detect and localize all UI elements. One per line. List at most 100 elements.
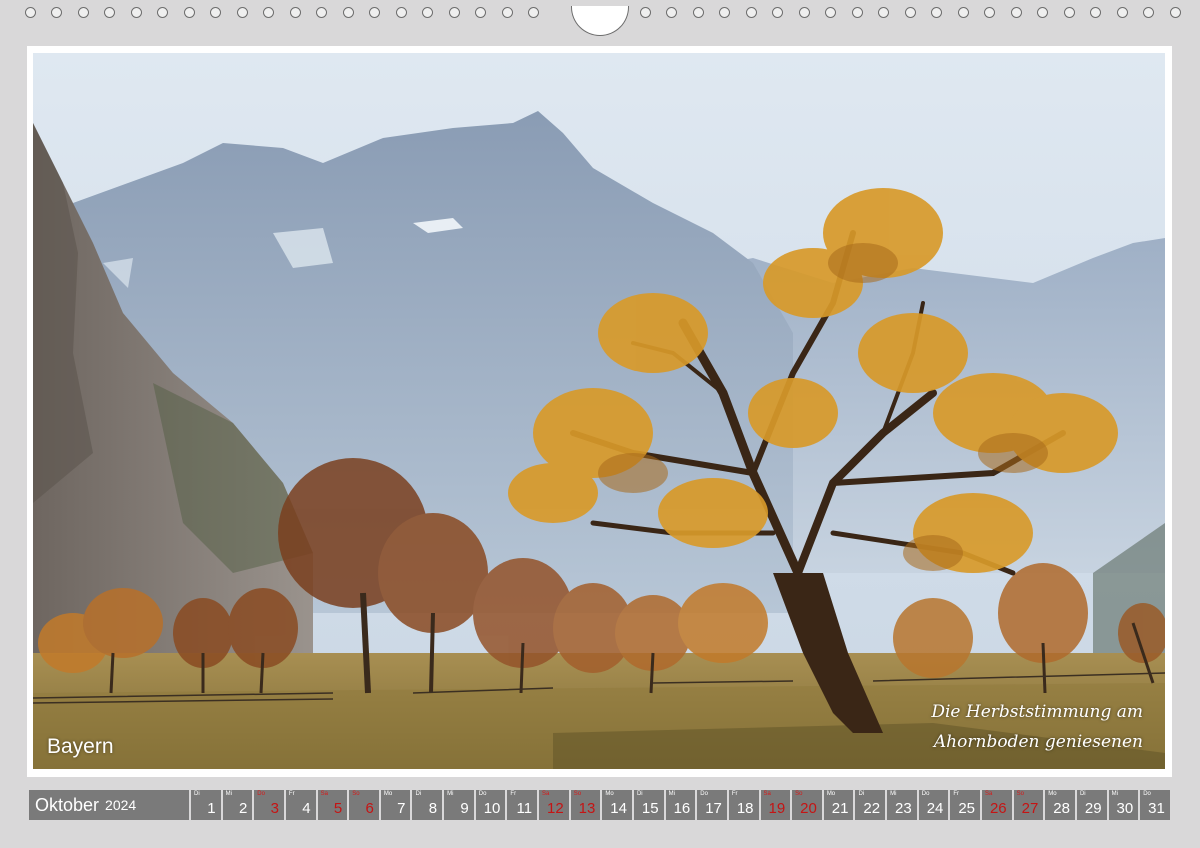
- day-number: 19: [768, 800, 786, 817]
- weekday-label: Do: [478, 791, 487, 797]
- weekday-label: Do: [1143, 791, 1151, 797]
- binding-hole: [1090, 7, 1101, 18]
- binding-hole: [1037, 7, 1048, 18]
- weekday-label: Di: [1079, 791, 1086, 797]
- day-number: 13: [578, 800, 596, 817]
- day-cell: Di 15: [633, 790, 664, 820]
- weekday-label: Fr: [731, 791, 738, 797]
- day-cell: Di 22: [855, 790, 886, 820]
- day-cell: Fr 18: [728, 790, 759, 820]
- day-cell: Fr 11: [507, 790, 538, 820]
- weekday-label: Mo: [383, 791, 393, 797]
- binding-hole: [157, 7, 168, 18]
- binding-hole: [931, 7, 942, 18]
- day-number: 29: [1084, 800, 1102, 817]
- binding-hole: [369, 7, 380, 18]
- weekday-label: Mi: [668, 791, 675, 797]
- day-cell: Mo 7: [380, 790, 411, 820]
- weekday-label: Di: [636, 791, 643, 797]
- binding-hole: [984, 7, 995, 18]
- weekday-label: Mo: [826, 791, 836, 797]
- calendar-strip: Oktober 2024 Di 1 Mi 2 Do 3 Fr 4 Sa 5 So 6 Mo 7 Di 8 Mi 9…: [29, 790, 1170, 820]
- binding-hole: [501, 7, 513, 18]
- binding-hole: [475, 7, 486, 18]
- day-number: 16: [673, 800, 691, 817]
- binding-hole: [316, 7, 327, 18]
- day-number: 10: [483, 800, 501, 817]
- day-cell: Sa 5: [317, 790, 348, 820]
- day-cell: So 20: [792, 790, 822, 820]
- day-cell: Di 29: [1076, 790, 1107, 820]
- day-number: 5: [333, 800, 343, 817]
- binding-hole: [825, 7, 836, 18]
- day-cell: Do 24: [918, 790, 949, 820]
- day-cell: Di 1: [191, 790, 221, 820]
- binding-hole: [289, 7, 301, 18]
- region-label: Bayern: [47, 735, 114, 758]
- day-cell: Mo 14: [602, 790, 632, 820]
- weekday-label: Fr: [510, 791, 517, 797]
- day-number: 25: [958, 800, 976, 817]
- binding-hole: [528, 7, 539, 18]
- binding-hole: [957, 7, 969, 18]
- day-number: 30: [1116, 800, 1134, 817]
- weekday-label: Do: [257, 791, 265, 797]
- day-number: 22: [863, 800, 881, 817]
- day-number: 14: [610, 800, 627, 817]
- month-name: Oktober: [35, 794, 100, 815]
- weekday-label: Sa: [542, 791, 550, 797]
- binding-hole: [448, 7, 460, 18]
- binding-hole: [104, 7, 115, 18]
- day-cell: Sa 19: [760, 790, 791, 820]
- binding-hole: [1116, 7, 1128, 18]
- binding-hole: [263, 7, 274, 18]
- hanger-notch: [571, 6, 629, 36]
- day-cell: Do 10: [475, 790, 506, 820]
- day-cell: Do 31: [1140, 790, 1170, 820]
- day-number: 9: [460, 800, 469, 817]
- weekday-label: So: [1016, 791, 1024, 797]
- weekday-label: So: [352, 791, 360, 797]
- month-label: Oktober 2024: [29, 790, 189, 820]
- weekday-label: Mi: [1111, 791, 1118, 797]
- day-number: 18: [736, 800, 754, 817]
- binding-hole: [666, 7, 677, 18]
- weekday-label: Mo: [605, 791, 614, 797]
- weekday-label: Sa: [763, 791, 771, 797]
- day-cell: Mi 2: [222, 790, 253, 820]
- binding-hole: [1063, 7, 1075, 18]
- day-number: 2: [238, 800, 248, 817]
- day-cells: Di 1 Mi 2 Do 3 Fr 4 Sa 5 So 6 Mo 7 Di 8 Mi 9 Do 10 Fr 11 Sa 12 S…: [191, 790, 1170, 820]
- weekday-label: Fr: [953, 791, 960, 797]
- day-number: 12: [547, 800, 564, 817]
- day-number: 7: [397, 800, 406, 817]
- photo-caption: Die Herbststimmung am Ahornboden geniese…: [913, 697, 1143, 757]
- binding-hole: [904, 7, 916, 18]
- day-cell: Mi 23: [887, 790, 917, 820]
- binding-hole: [878, 7, 889, 18]
- weekday-label: So: [795, 791, 803, 797]
- day-number: 26: [989, 800, 1007, 817]
- day-number: 24: [926, 800, 944, 817]
- day-number: 27: [1021, 800, 1039, 817]
- day-cell: Sa 26: [982, 790, 1012, 820]
- day-cell: So 6: [349, 790, 379, 820]
- day-number: 23: [895, 800, 912, 817]
- binding-hole: [719, 7, 730, 18]
- weekday-label: Mi: [225, 791, 232, 797]
- day-number: 11: [516, 800, 533, 817]
- day-number: 21: [831, 800, 849, 817]
- day-cell: Mo 21: [823, 790, 854, 820]
- binding-hole: [851, 7, 863, 18]
- landscape-photo: Bayern Die Herbststimmung am Ahornboden …: [33, 53, 1165, 769]
- weekday-label: So: [573, 791, 582, 797]
- day-number: 1: [207, 800, 216, 817]
- day-cell: Fr 4: [285, 790, 316, 820]
- weekday-label: Di: [194, 791, 200, 797]
- weekday-label: Mi: [890, 791, 897, 797]
- day-number: 3: [270, 800, 279, 817]
- binding-hole: [51, 7, 62, 18]
- binding-hole: [745, 7, 757, 18]
- weekday-label: Di: [858, 791, 865, 797]
- day-cell: Sa 12: [539, 790, 569, 820]
